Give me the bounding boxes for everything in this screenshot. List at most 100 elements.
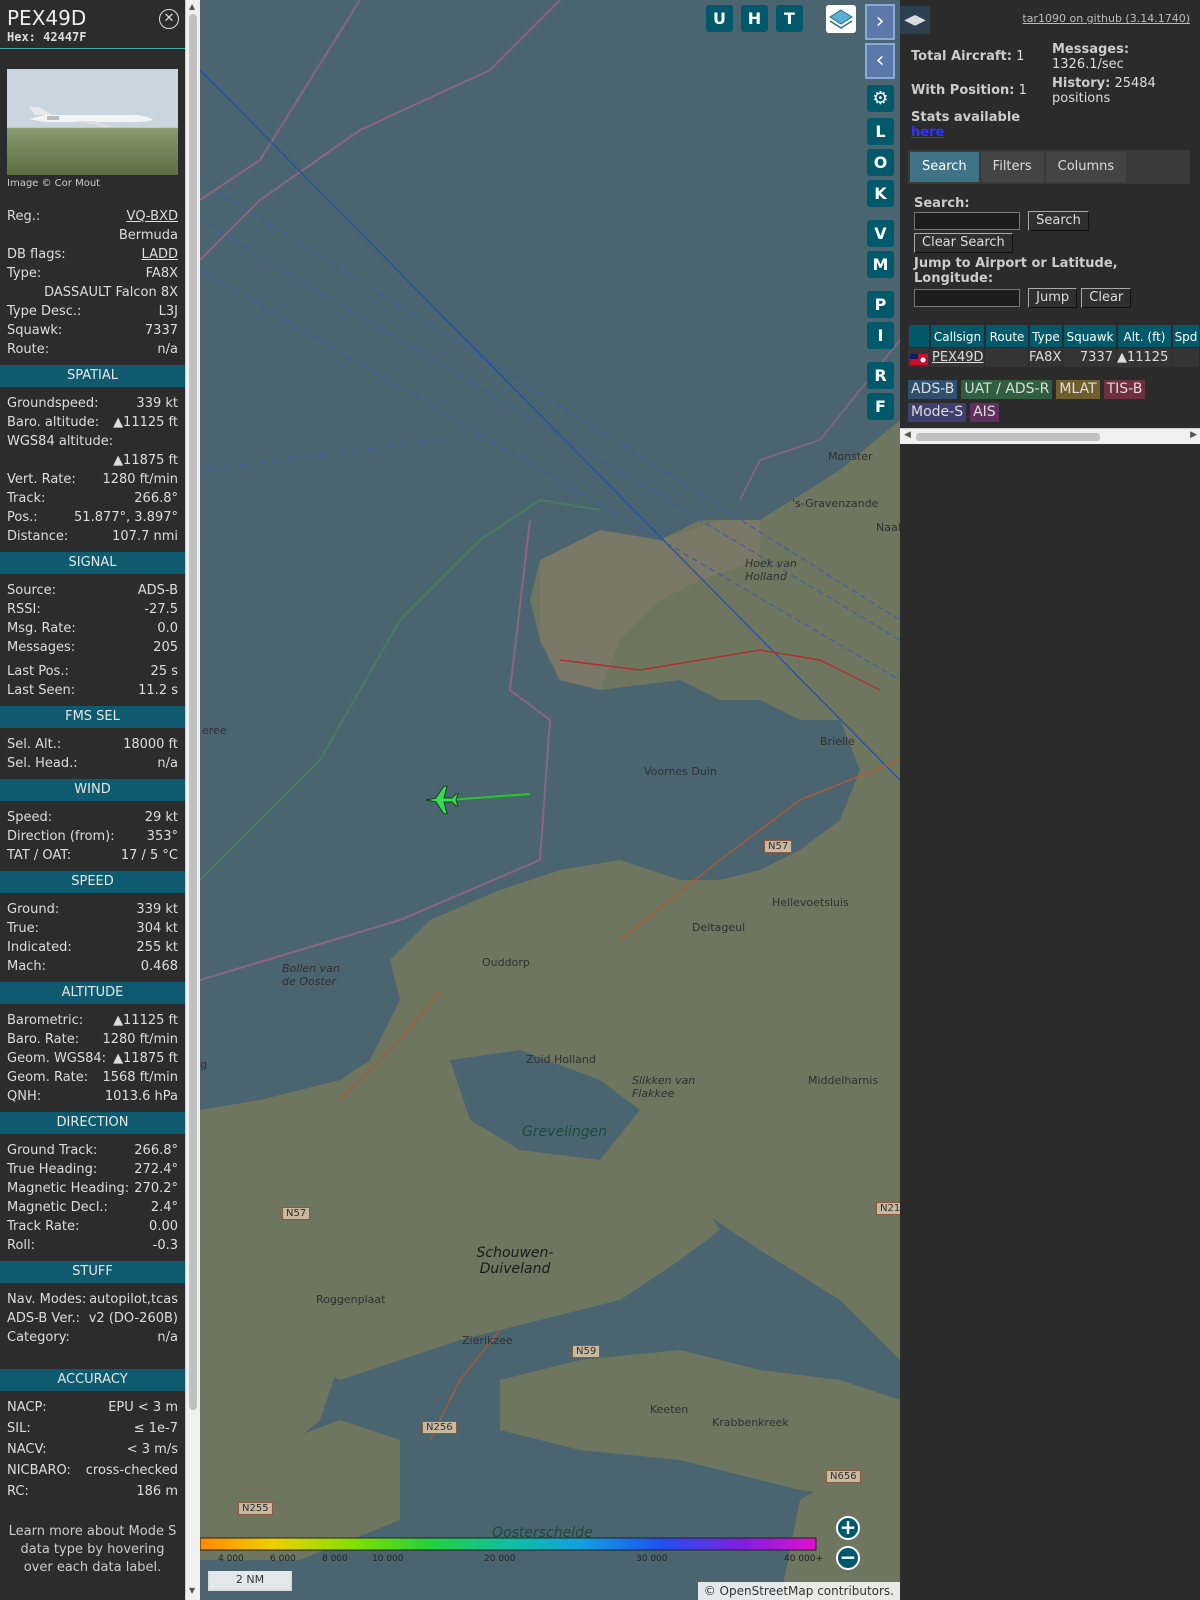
- layers-button[interactable]: [826, 5, 856, 33]
- detail-label[interactable]: Geom. Rate:: [7, 1068, 88, 1087]
- detail-label[interactable]: Category:: [7, 1328, 70, 1347]
- zoom-in-button[interactable]: +: [836, 1516, 860, 1540]
- aircraft-photo[interactable]: [7, 69, 178, 175]
- info-value[interactable]: LADD: [142, 245, 178, 264]
- detail-label[interactable]: Source:: [7, 581, 56, 600]
- zoom-out-button[interactable]: −: [836, 1546, 860, 1570]
- map-button-h[interactable]: H: [741, 5, 768, 32]
- detail-label[interactable]: Groundspeed:: [7, 394, 98, 413]
- scroll-left-icon[interactable]: ◀: [904, 430, 911, 440]
- detail-label[interactable]: Vert. Rate:: [7, 470, 76, 489]
- section-header-spatial[interactable]: SPATIAL: [0, 365, 185, 387]
- search-button[interactable]: Search: [1028, 211, 1089, 231]
- detail-label[interactable]: RC:: [7, 1482, 29, 1503]
- detail-label[interactable]: Last Pos.:: [7, 662, 69, 681]
- section-header-altitude[interactable]: ALTITUDE: [0, 982, 185, 1004]
- section-header-stuff[interactable]: STUFF: [0, 1261, 185, 1283]
- map-button-t[interactable]: T: [776, 5, 803, 32]
- map-button-p[interactable]: P: [867, 291, 894, 318]
- sidebar-scrollbar[interactable]: ▲ ▼: [185, 0, 200, 1600]
- table-header-altitude[interactable]: Alt. (ft): [1117, 324, 1172, 348]
- detail-label[interactable]: TAT / OAT:: [7, 846, 71, 865]
- row-callsign[interactable]: PEX49D: [930, 348, 985, 367]
- detail-label[interactable]: Ground Track:: [7, 1141, 97, 1160]
- map-button-m[interactable]: M: [867, 251, 894, 278]
- detail-label[interactable]: Roll:: [7, 1236, 35, 1255]
- info-value[interactable]: VQ-BXD: [126, 207, 178, 226]
- tab-search[interactable]: Search: [910, 152, 979, 182]
- section-header-speed[interactable]: SPEED: [0, 871, 185, 893]
- clear-button[interactable]: Clear: [1081, 288, 1132, 308]
- toggle-layout-button[interactable]: ◀▶: [900, 6, 930, 34]
- detail-label[interactable]: Distance:: [7, 527, 68, 546]
- section-header-direction[interactable]: DIRECTION: [0, 1112, 185, 1134]
- jump-button[interactable]: Jump: [1028, 288, 1078, 308]
- detail-label[interactable]: True Heading:: [7, 1160, 97, 1179]
- detail-label[interactable]: Track:: [7, 489, 45, 508]
- detail-label[interactable]: NACV:: [7, 1440, 47, 1461]
- detail-label[interactable]: RSSI:: [7, 600, 41, 619]
- expand-sidebar-button[interactable]: ›: [865, 4, 895, 40]
- detail-label[interactable]: Sel. Head.:: [7, 754, 78, 773]
- detail-label[interactable]: Pos.:: [7, 508, 38, 527]
- settings-button[interactable]: ⚙: [867, 85, 894, 112]
- detail-label[interactable]: NICBARO:: [7, 1461, 71, 1482]
- map-button-v[interactable]: V: [867, 220, 894, 247]
- clear-search-button[interactable]: Clear Search: [914, 233, 1013, 253]
- map-button-f[interactable]: F: [867, 393, 894, 420]
- section-header-wind[interactable]: WIND: [0, 779, 185, 801]
- section-header-signal[interactable]: SIGNAL: [0, 552, 185, 574]
- detail-label[interactable]: WGS84 altitude:: [7, 432, 113, 451]
- detail-label[interactable]: Baro. Rate:: [7, 1030, 79, 1049]
- section-header-fms-sel[interactable]: FMS SEL: [0, 706, 185, 728]
- map-button-r[interactable]: R: [867, 362, 894, 389]
- scroll-down-icon[interactable]: ▼: [189, 1586, 195, 1595]
- table-header-type[interactable]: Type: [1029, 324, 1063, 348]
- map-view[interactable]: Monster 's-Gravenzande Naal Hoek van Hollan…: [200, 0, 900, 1600]
- detail-label[interactable]: Messages:: [7, 638, 75, 657]
- attribution-link[interactable]: OpenStreetMap: [720, 1584, 814, 1598]
- table-header-squawk[interactable]: Squawk: [1063, 324, 1117, 348]
- github-link[interactable]: tar1090 on github (3.14.1740): [1022, 12, 1190, 25]
- scroll-right-icon[interactable]: ▶: [1190, 430, 1197, 440]
- detail-label[interactable]: Nav. Modes:: [7, 1290, 86, 1309]
- detail-label[interactable]: Track Rate:: [7, 1217, 79, 1236]
- map-button-o[interactable]: O: [867, 149, 894, 176]
- detail-label[interactable]: ADS-B Ver.:: [7, 1309, 80, 1328]
- map-button-k[interactable]: K: [867, 180, 894, 207]
- collapse-sidebar-button[interactable]: ‹: [865, 43, 895, 79]
- detail-label[interactable]: Direction (from):: [7, 827, 115, 846]
- map-button-u[interactable]: U: [706, 5, 733, 32]
- table-header-flag[interactable]: [908, 324, 930, 348]
- detail-label[interactable]: Magnetic Decl.:: [7, 1198, 108, 1217]
- jump-input[interactable]: [914, 289, 1020, 307]
- detail-label[interactable]: Indicated:: [7, 938, 72, 957]
- detail-label[interactable]: Mach:: [7, 957, 46, 976]
- detail-label[interactable]: Ground:: [7, 900, 59, 919]
- detail-label[interactable]: Speed:: [7, 808, 52, 827]
- detail-label[interactable]: SIL:: [7, 1419, 31, 1440]
- detail-label[interactable]: NACP:: [7, 1398, 47, 1419]
- tab-filters[interactable]: Filters: [980, 152, 1044, 182]
- table-header-route[interactable]: Route: [985, 324, 1029, 348]
- tab-columns[interactable]: Columns: [1045, 152, 1127, 182]
- detail-label[interactable]: Msg. Rate:: [7, 619, 76, 638]
- detail-label[interactable]: True:: [7, 919, 39, 938]
- map-button-i[interactable]: I: [867, 322, 894, 349]
- detail-label[interactable]: Baro. altitude:: [7, 413, 99, 432]
- table-header-speed[interactable]: Spd: [1172, 324, 1200, 348]
- search-input[interactable]: [914, 212, 1020, 230]
- scrollbar-thumb[interactable]: [189, 14, 197, 1410]
- table-horizontal-scrollbar[interactable]: ◀ ▶: [900, 428, 1200, 444]
- stats-link[interactable]: here: [911, 125, 944, 140]
- section-header-accuracy[interactable]: ACCURACY: [0, 1369, 185, 1391]
- scroll-up-icon[interactable]: ▲: [189, 2, 195, 11]
- detail-label[interactable]: Barometric:: [7, 1011, 83, 1030]
- table-header-callsign[interactable]: Callsign: [930, 324, 985, 348]
- hscroll-thumb[interactable]: [916, 433, 1100, 441]
- detail-label[interactable]: Geom. WGS84:: [7, 1049, 106, 1068]
- detail-label[interactable]: QNH:: [7, 1087, 41, 1106]
- close-icon[interactable]: ✕: [159, 9, 179, 29]
- detail-label[interactable]: Magnetic Heading:: [7, 1179, 129, 1198]
- detail-label[interactable]: Sel. Alt.:: [7, 735, 61, 754]
